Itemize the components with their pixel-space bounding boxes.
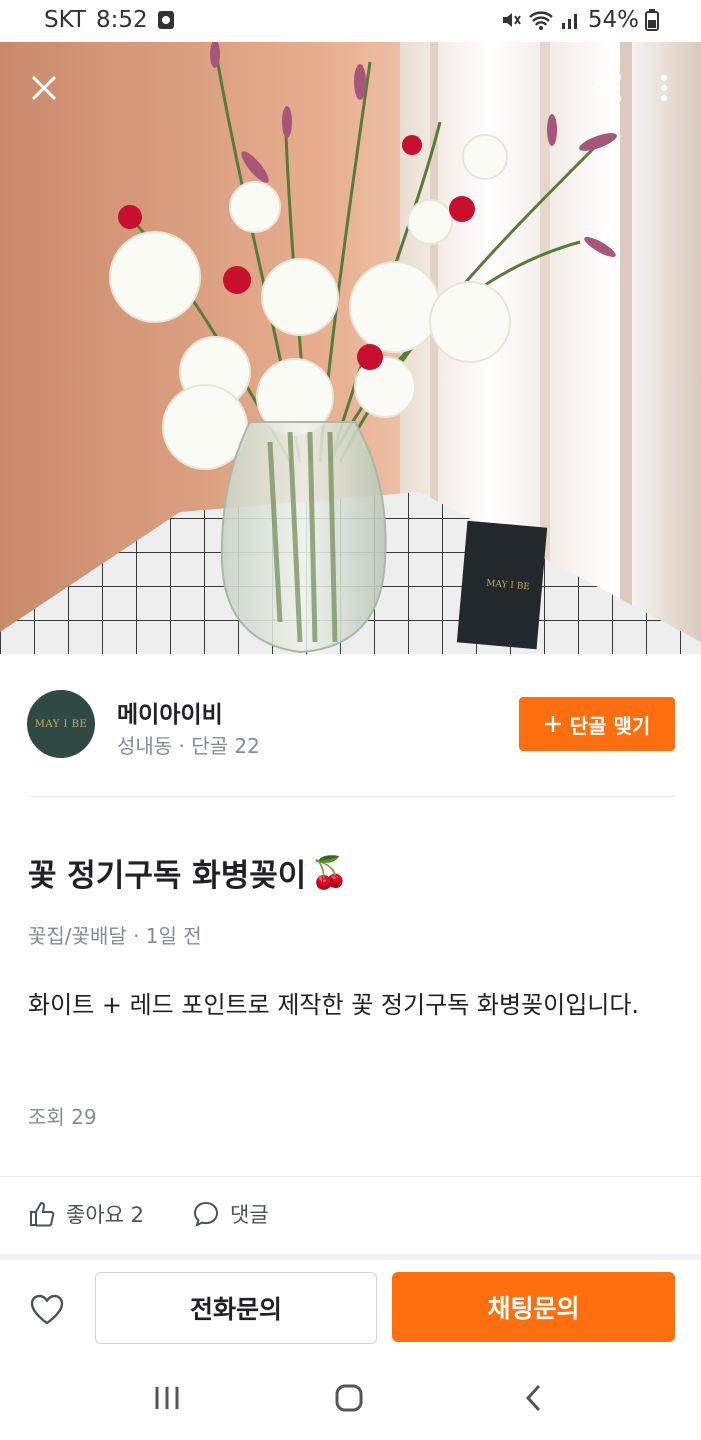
- post-meta: 꽃집/꽃배달 · 1일 전: [28, 924, 202, 948]
- carrier-label: SKT: [44, 7, 86, 33]
- chat-inquiry-button[interactable]: 채팅문의: [392, 1272, 675, 1342]
- divider: [28, 796, 675, 797]
- product-image[interactable]: MAY I BE: [0, 42, 701, 654]
- recents-icon: [155, 1387, 179, 1409]
- flower-vase-photo: MAY I BE: [0, 42, 701, 654]
- status-right: 54%: [500, 7, 659, 33]
- battery-icon: [645, 9, 659, 31]
- plus-icon: [544, 716, 561, 732]
- mute-icon: [502, 13, 521, 27]
- notification-icon: [157, 11, 174, 29]
- wifi-icon: [529, 11, 553, 30]
- heart-icon: [30, 1294, 64, 1325]
- thumbs-up-icon: [30, 1201, 55, 1227]
- recents-button[interactable]: [147, 1378, 187, 1418]
- post-description: 화이트 + 레드 포인트로 제작한 꽃 정기구독 화병꽂이입니다.: [28, 991, 640, 1019]
- like-button[interactable]: 좋아요 2: [28, 1199, 144, 1229]
- back-icon: [525, 1384, 541, 1412]
- add-regular-label: 단골 맺기: [569, 713, 651, 738]
- share-icon: [592, 71, 622, 105]
- like-label: 좋아요 2: [66, 1203, 144, 1227]
- post-title-text: 꽃 정기구독 화병꽂이: [28, 858, 307, 894]
- seller-name[interactable]: 메이아이비: [117, 695, 223, 729]
- avatar-logo-text: MAY I BE: [34, 718, 88, 730]
- status-left: SKT 8:52: [44, 7, 174, 33]
- post-title: 꽃 정기구독 화병꽂이 🍒: [28, 850, 349, 895]
- comment-button[interactable]: 댓글: [192, 1199, 269, 1229]
- favorite-button[interactable]: [26, 1288, 68, 1330]
- home-icon: [335, 1384, 363, 1412]
- seller-section: MAY I BE 메이아이비 성내동 · 단골 22 단골 맺기: [0, 654, 701, 796]
- view-count: 조회 29: [28, 1105, 97, 1129]
- add-regular-button[interactable]: 단골 맺기: [519, 697, 675, 751]
- close-button[interactable]: [20, 64, 68, 112]
- cherry-emoji: 🍒: [310, 855, 349, 891]
- battery-percent: 54%: [587, 7, 639, 33]
- clock: 8:52: [95, 7, 148, 33]
- share-button[interactable]: [583, 64, 631, 112]
- more-options-button[interactable]: [640, 64, 688, 112]
- more-icon: [661, 75, 667, 101]
- close-icon: [31, 75, 57, 101]
- status-bar: SKT 8:52 54%: [0, 0, 701, 42]
- signal-icon: [561, 14, 577, 29]
- seller-meta: 성내동 · 단골 22: [117, 734, 260, 758]
- comment-icon: [193, 1201, 219, 1227]
- comment-label: 댓글: [230, 1203, 269, 1227]
- avatar[interactable]: MAY I BE: [27, 690, 95, 758]
- actions-row: 좋아요 2 댓글: [0, 1176, 701, 1255]
- bottom-action-bar: 전화문의 채팅문의: [0, 1260, 701, 1356]
- call-inquiry-button[interactable]: 전화문의: [95, 1272, 377, 1344]
- home-button[interactable]: [329, 1378, 369, 1418]
- back-button[interactable]: [513, 1378, 553, 1418]
- system-nav-bar: [0, 1356, 701, 1440]
